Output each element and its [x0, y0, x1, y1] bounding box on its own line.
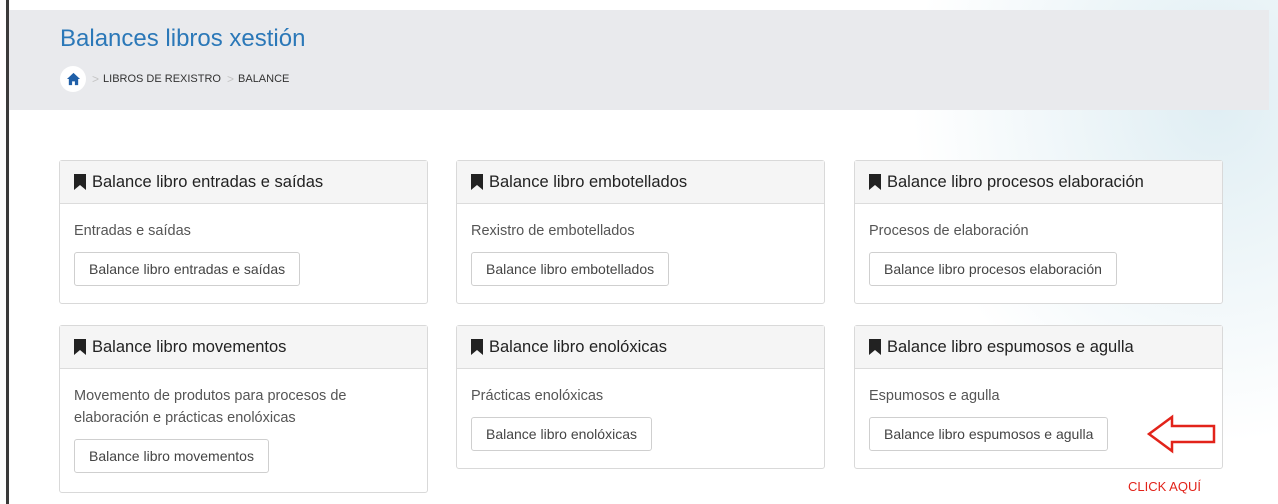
click-here-annotation: CLICK AQUÍ [1128, 479, 1201, 494]
card-header: Balance libro procesos elaboración [855, 161, 1222, 204]
card-title: Balance libro entradas e saídas [92, 172, 324, 191]
bookmark-icon [471, 174, 483, 190]
breadcrumb-item-balance: BALANCE [238, 73, 290, 85]
card-body: Prácticas enolóxicas Balance libro enoló… [457, 369, 824, 451]
card-movementos: Balance libro movementos Movemento de pr… [59, 325, 428, 493]
balance-enoloxicas-button[interactable]: Balance libro enolóxicas [471, 417, 652, 451]
balance-movementos-button[interactable]: Balance libro movementos [74, 439, 269, 473]
arrow-left-icon [1146, 414, 1216, 454]
balance-embotellados-button[interactable]: Balance libro embotellados [471, 252, 670, 286]
breadcrumb-home-link[interactable] [60, 66, 86, 92]
bookmark-icon [74, 339, 86, 355]
card-body: Movemento de produtos para procesos de e… [60, 369, 427, 473]
card-body: Entradas e saídas Balance libro entradas… [60, 204, 427, 286]
breadcrumb-item-libros[interactable]: LIBROS DE REXISTRO [103, 73, 221, 85]
card-description: Entradas e saídas [74, 223, 191, 239]
balance-entradas-saidas-button[interactable]: Balance libro entradas e saídas [74, 252, 301, 286]
card-embotellados: Balance libro embotellados Rexistro de e… [456, 160, 825, 304]
card-header: Balance libro espumosos e agulla [855, 326, 1222, 369]
card-enoloxicas: Balance libro enolóxicas Prácticas enoló… [456, 325, 825, 469]
breadcrumb-separator: > [92, 72, 100, 86]
card-description: Movemento de produtos para procesos de e… [74, 388, 347, 426]
card-title: Balance libro procesos elaboración [887, 172, 1144, 191]
breadcrumb-separator: > [227, 72, 235, 86]
card-header: Balance libro enolóxicas [457, 326, 824, 369]
card-body: Procesos de elaboración Balance libro pr… [855, 204, 1222, 286]
card-description: Espumosos e agulla [869, 388, 1000, 404]
balance-procesos-elaboracion-button[interactable]: Balance libro procesos elaboración [869, 252, 1117, 286]
card-header: Balance libro entradas e saídas [60, 161, 427, 204]
card-title: Balance libro enolóxicas [489, 337, 667, 356]
card-body: Rexistro de embotellados Balance libro e… [457, 204, 824, 286]
card-title: Balance libro espumosos e agulla [887, 337, 1134, 356]
bookmark-icon [471, 339, 483, 355]
home-icon [66, 72, 80, 86]
card-header: Balance libro embotellados [457, 161, 824, 204]
card-description: Prácticas enolóxicas [471, 388, 604, 404]
page-title: Balances libros xestión [60, 25, 306, 52]
breadcrumb: > LIBROS DE REXISTRO > BALANCE [60, 66, 289, 92]
card-entradas-saidas: Balance libro entradas e saídas Entradas… [59, 160, 428, 304]
card-description: Rexistro de embotellados [471, 223, 635, 239]
card-description: Procesos de elaboración [869, 223, 1029, 239]
bookmark-icon [869, 339, 881, 355]
bookmark-icon [869, 174, 881, 190]
card-procesos-elaboracion: Balance libro procesos elaboración Proce… [854, 160, 1223, 304]
card-title: Balance libro movementos [92, 337, 287, 356]
bookmark-icon [74, 174, 86, 190]
card-title: Balance libro embotellados [489, 172, 688, 191]
balance-espumosos-agulla-button[interactable]: Balance libro espumosos e agulla [869, 417, 1109, 451]
card-header: Balance libro movementos [60, 326, 427, 369]
